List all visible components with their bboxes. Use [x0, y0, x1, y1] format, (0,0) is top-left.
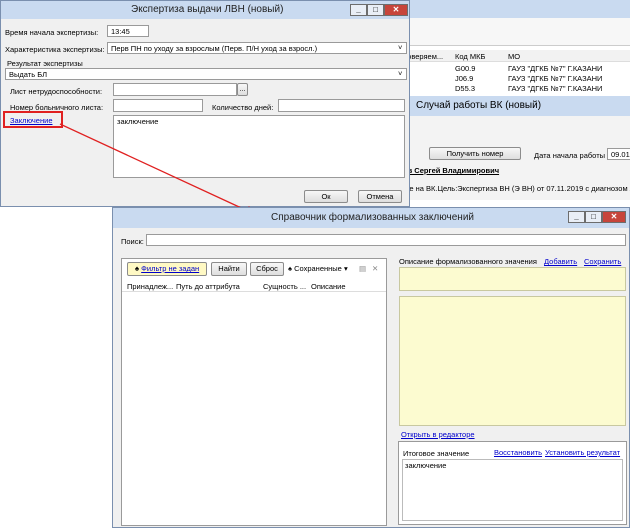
- conclusions-dialog: Справочник формализованных заключений _ …: [112, 207, 630, 528]
- final-value-panel: Итоговое значение Восстановить Установит…: [398, 441, 627, 525]
- close-button[interactable]: ✕: [602, 211, 626, 223]
- set-result-link[interactable]: Установить результат: [545, 448, 620, 457]
- results-header: Принадлеж... Путь до аттрибута Сущность …: [122, 280, 386, 292]
- saved-label: Сохраненные: [294, 264, 342, 273]
- filter-label: Фильтр не задан: [141, 264, 200, 273]
- final-value-textarea[interactable]: заключение: [402, 459, 623, 521]
- find-button[interactable]: Найти: [211, 262, 247, 276]
- binoculars-icon: ♠: [288, 264, 292, 273]
- save-link[interactable]: Сохранить: [584, 257, 621, 266]
- arrow-line: [59, 123, 251, 213]
- search-input[interactable]: [146, 234, 626, 246]
- description-textarea[interactable]: [399, 296, 626, 426]
- col-entity[interactable]: Сущность ...: [263, 282, 306, 291]
- results-panel: ♠ Фильтр не задан Найти Сброс ♠ Сохранен…: [121, 258, 387, 526]
- search-label: Поиск:: [121, 237, 144, 246]
- filter-button[interactable]: ♠ Фильтр не задан: [127, 262, 207, 276]
- conclusions-dialog-titlebar: Справочник формализованных заключений _ …: [113, 208, 629, 228]
- col-description[interactable]: Описание: [311, 282, 346, 291]
- col-owner[interactable]: Принадлеж...: [127, 282, 173, 291]
- maximize-button[interactable]: □: [585, 211, 602, 223]
- binoculars-icon: ♠: [134, 264, 140, 273]
- reset-button[interactable]: Сброс: [250, 262, 284, 276]
- final-value-label: Итоговое значение: [403, 449, 470, 458]
- final-value-text: заключение: [405, 461, 447, 470]
- chevron-down-icon: ▾: [343, 264, 348, 273]
- clear-filter-icon[interactable]: ✕: [372, 264, 378, 273]
- add-link[interactable]: Добавить: [544, 257, 577, 266]
- minimize-button[interactable]: _: [568, 211, 585, 223]
- saved-button[interactable]: ♠ Сохраненные ▾: [288, 264, 368, 276]
- restore-link[interactable]: Восстановить: [494, 448, 542, 457]
- col-attr-path[interactable]: Путь до аттрибута: [176, 282, 240, 291]
- description-short-field[interactable]: [399, 267, 626, 291]
- save-filter-icon[interactable]: ▤: [359, 264, 366, 273]
- open-editor-link[interactable]: Открыть в редакторе: [401, 430, 475, 439]
- description-label: Описание формализованного значения: [399, 257, 537, 266]
- conclusions-dialog-title: Справочник формализованных заключений: [271, 212, 475, 223]
